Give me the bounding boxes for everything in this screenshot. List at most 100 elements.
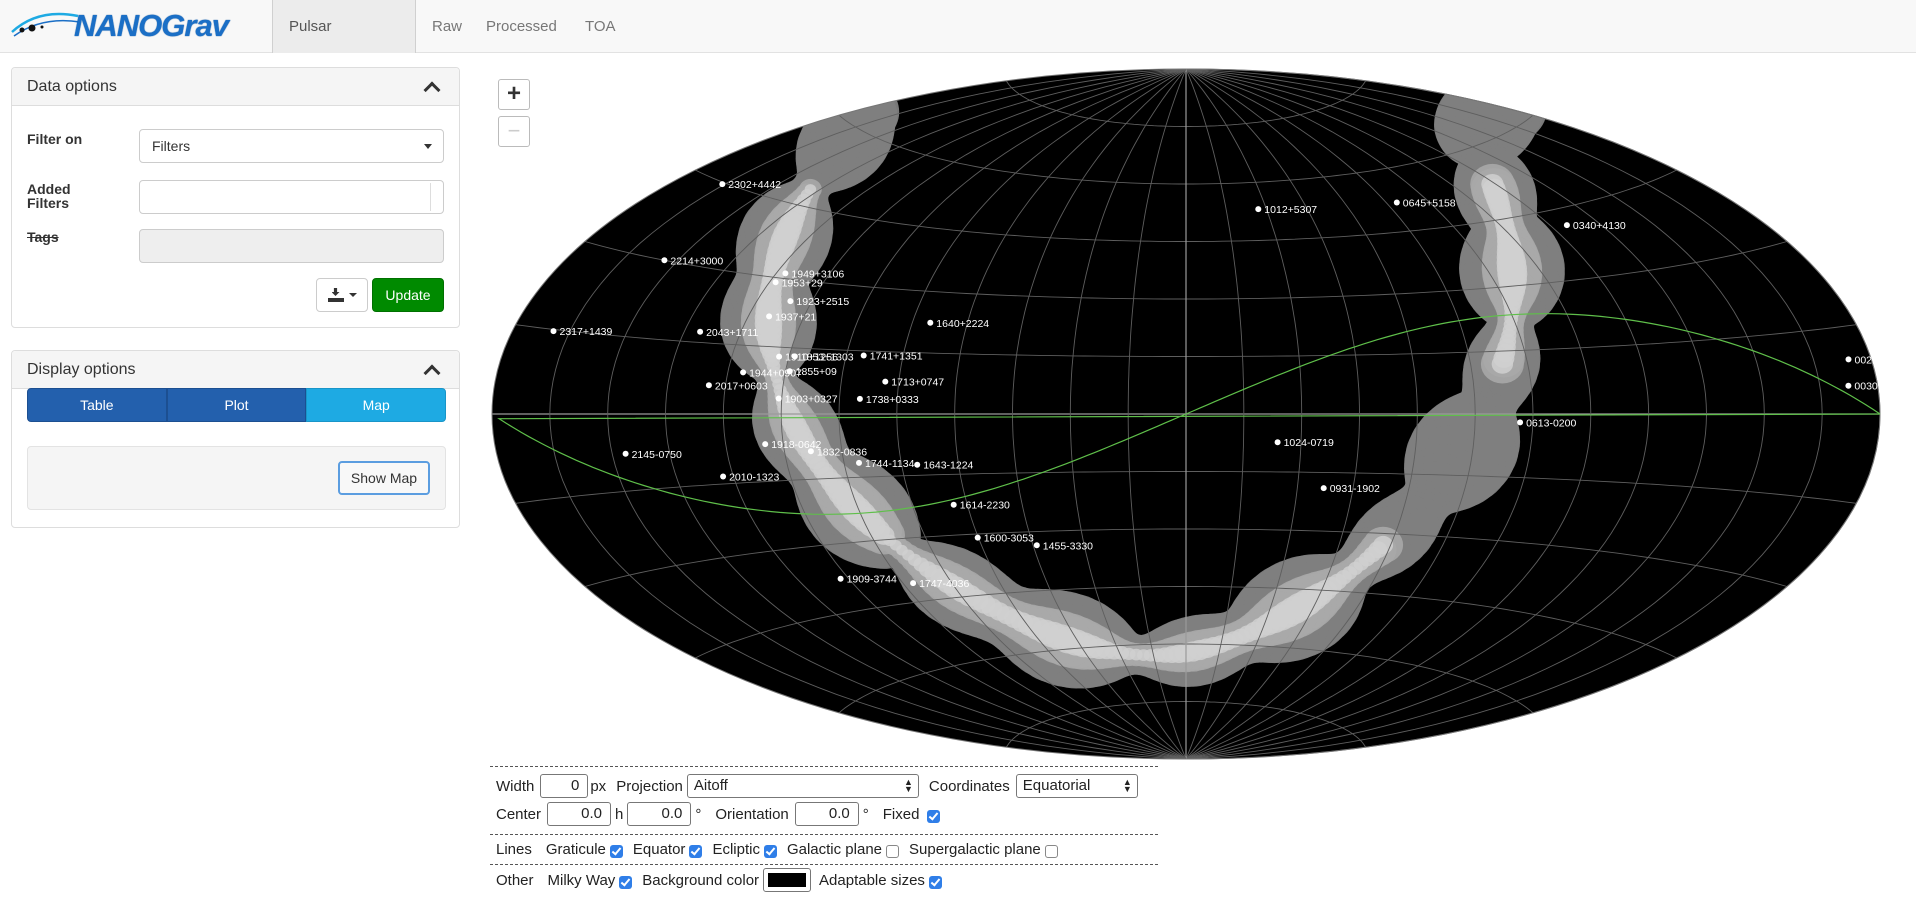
pulsar-marker[interactable]: 0613-0200 — [1517, 417, 1576, 429]
center-ra-input[interactable]: 0.0 — [547, 802, 612, 826]
table-view-button[interactable]: Table — [27, 388, 167, 422]
pulsar-marker[interactable]: 1741+1351 — [860, 351, 923, 363]
pulsar-marker[interactable]: 2017+0603 — [705, 380, 768, 392]
pulsar-dot[interactable] — [705, 382, 712, 389]
pulsar-dot[interactable] — [837, 575, 844, 582]
pulsar-marker[interactable]: 1012+5307 — [1255, 204, 1317, 216]
orientation-input[interactable]: 0.0 — [794, 802, 859, 826]
pulsar-dot[interactable] — [1845, 382, 1852, 389]
milky-way-checkbox[interactable] — [619, 875, 633, 889]
pulsar-marker[interactable]: 1738+0333 — [856, 394, 919, 406]
pulsar-marker[interactable]: 1853+1303 — [791, 351, 854, 363]
pulsar-marker[interactable]: 1909-3744 — [837, 574, 897, 586]
pulsar-dot[interactable] — [974, 534, 981, 541]
plot-view-button[interactable]: Plot — [166, 388, 307, 422]
pulsar-dot[interactable] — [622, 450, 629, 457]
pulsar-marker[interactable]: 1713+0747 — [882, 377, 944, 389]
tab-pulsar-properties[interactable]: Pulsar Properties — [272, 0, 416, 88]
pulsar-marker[interactable]: 2145-0750 — [622, 449, 682, 461]
pulsar-dot[interactable] — [856, 459, 862, 466]
pulsar-marker[interactable]: 2043+1711 — [697, 327, 758, 339]
brand-logo[interactable]: NANOGrav — [8, 6, 266, 46]
pulsar-dot[interactable] — [740, 369, 747, 376]
equator-checkbox[interactable] — [689, 844, 703, 858]
pulsar-dot[interactable] — [719, 181, 726, 188]
pulsar-dot[interactable] — [807, 448, 814, 455]
pulsar-dot[interactable] — [1274, 439, 1281, 446]
pulsar-dot[interactable] — [786, 368, 793, 375]
graticule-checkbox[interactable] — [609, 844, 623, 858]
galactic-plane-checkbox[interactable] — [886, 844, 900, 858]
pulsar-marker[interactable]: 1024-0719 — [1274, 437, 1334, 449]
pulsar-dot[interactable] — [766, 313, 773, 320]
pulsar-marker[interactable]: 1614-2230 — [950, 500, 1010, 512]
map-view-button[interactable]: Map — [306, 388, 447, 422]
pulsar-dot[interactable] — [550, 328, 557, 335]
pulsar-marker[interactable]: 2302+4442 — [719, 179, 781, 191]
download-button[interactable] — [316, 278, 368, 312]
pulsar-marker[interactable]: 1747-4036 — [910, 578, 969, 590]
center-dec-input[interactable]: 0.0 — [627, 802, 692, 826]
pulsar-dot[interactable] — [772, 279, 779, 286]
ecliptic-checkbox[interactable] — [763, 844, 777, 858]
pulsar-marker[interactable]: 2010-1323 — [720, 472, 779, 484]
pulsar-dot[interactable] — [1845, 356, 1852, 363]
pulsar-marker[interactable]: 1640+2224 — [927, 318, 989, 330]
update-button[interactable]: Update — [372, 278, 444, 312]
width-input[interactable]: 0 — [540, 774, 589, 798]
pulsar-marker[interactable]: 1923+2515 — [787, 296, 849, 308]
pulsar-dot[interactable] — [776, 353, 783, 360]
fixed-checkbox[interactable] — [927, 809, 941, 823]
pulsar-dot[interactable] — [697, 328, 704, 335]
chevron-up-icon[interactable] — [423, 364, 441, 381]
pulsar-marker[interactable]: 1744-1134 — [856, 458, 915, 470]
pulsar-dot[interactable] — [1255, 206, 1262, 213]
pulsar-marker[interactable]: 1832-0836 — [807, 446, 867, 458]
pulsar-dot[interactable] — [762, 441, 769, 448]
supergalactic-plane-checkbox[interactable] — [1044, 844, 1058, 858]
pulsar-dot[interactable] — [910, 580, 917, 587]
pulsar-marker[interactable]: 1600-3053 — [974, 533, 1034, 545]
pulsar-marker[interactable]: 2214+3000 — [661, 255, 723, 267]
pulsar-dot[interactable] — [914, 461, 921, 468]
sky-map[interactable]: 0613-0200 0340+4130 0645+5158 1012+5307 0931… — [488, 62, 1884, 762]
zoom-in-button[interactable]: + — [498, 79, 530, 110]
pulsar-dot[interactable] — [791, 353, 798, 360]
pulsar-marker[interactable]: 0931-1902 — [1320, 483, 1380, 495]
tab-toa[interactable]: TOA — [569, 0, 632, 53]
filter-select[interactable]: Filters — [139, 129, 444, 163]
data-options-heading[interactable]: Data options — [12, 68, 459, 106]
display-options-heading[interactable]: Display options — [12, 351, 459, 389]
tab-raw[interactable]: Raw — [416, 0, 478, 53]
show-map-button[interactable]: Show Map — [338, 461, 430, 495]
pulsar-marker[interactable]: 1949+3106 — [782, 268, 844, 280]
pulsar-marker[interactable]: 1643-1224 — [914, 460, 974, 472]
pulsar-dot[interactable] — [856, 395, 863, 402]
pulsar-marker[interactable]: 0645+5158 — [1393, 198, 1456, 210]
added-filters-input[interactable] — [139, 180, 444, 214]
tab-processed[interactable]: Processed — [470, 0, 573, 53]
pulsar-marker[interactable]: 1455-3330 — [1033, 540, 1093, 552]
pulsar-marker[interactable]: 2317+1439 — [550, 326, 613, 338]
zoom-out-button[interactable]: − — [498, 116, 530, 147]
pulsar-dot[interactable] — [1320, 485, 1327, 492]
pulsar-dot[interactable] — [775, 395, 782, 402]
pulsar-dot[interactable] — [787, 298, 794, 305]
background-color-picker[interactable] — [763, 868, 812, 892]
pulsar-dot[interactable] — [950, 501, 957, 508]
pulsar-dot[interactable] — [1393, 199, 1400, 206]
pulsar-dot[interactable] — [882, 378, 889, 385]
chevron-up-icon[interactable] — [423, 81, 441, 98]
pulsar-dot[interactable] — [1517, 419, 1524, 426]
pulsar-marker[interactable]: 1903+0327 — [775, 394, 838, 406]
pulsar-dot[interactable] — [720, 473, 727, 480]
pulsar-dot[interactable] — [782, 270, 789, 277]
pulsar-dot[interactable] — [661, 257, 668, 264]
pulsar-dot[interactable] — [860, 352, 867, 359]
pulsar-dot[interactable] — [1563, 222, 1570, 229]
pulsar-dot[interactable] — [927, 319, 934, 326]
adaptable-sizes-checkbox[interactable] — [928, 875, 942, 889]
projection-select[interactable]: Aitoff ▲ ▼ — [686, 774, 919, 798]
pulsar-dot[interactable] — [1033, 542, 1040, 549]
pulsar-marker[interactable]: 1944+0907 — [740, 367, 802, 379]
